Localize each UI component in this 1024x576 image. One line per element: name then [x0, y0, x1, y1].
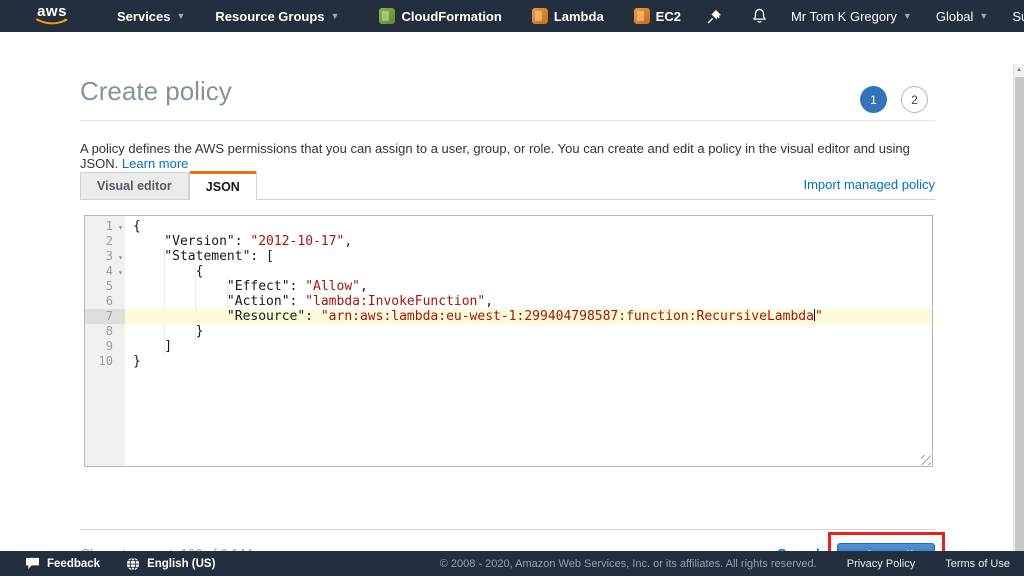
account-name-label: Mr Tom K Gregory — [791, 9, 897, 24]
chevron-down-icon: ▼ — [177, 12, 186, 21]
support-menu[interactable]: Support ▼ — [1012, 9, 1024, 24]
window-scrollbar[interactable]: ▲ ▼ — [1013, 64, 1024, 576]
main-content: Create policy 1 2 A policy defines the A… — [0, 32, 1024, 551]
privacy-policy-link[interactable]: Privacy Policy — [847, 558, 915, 570]
notifications-bell-icon[interactable] — [752, 8, 767, 24]
editor-resize-handle[interactable] — [921, 455, 931, 465]
code-line[interactable]: 6 "Action": "lambda:InvokeFunction", — [85, 294, 932, 309]
line-number: 9 — [85, 339, 125, 354]
code-text: "Resource": "arn:aws:lambda:eu-west-1:29… — [125, 309, 932, 324]
code-line[interactable]: 3▾ "Statement": [ — [85, 249, 932, 264]
wizard-step-1: 1 — [860, 86, 887, 113]
line-number: 1▾ — [85, 219, 125, 234]
line-number: 3▾ — [85, 249, 125, 264]
code-line[interactable]: 4▾ { — [85, 264, 932, 279]
code-line[interactable]: 8 } — [85, 324, 932, 339]
services-menu[interactable]: Services ▼ — [117, 9, 185, 24]
code-text: "Version": "2012-10-17", — [125, 234, 932, 249]
aws-logo[interactable]: aws — [35, 5, 69, 27]
learn-more-link[interactable]: Learn more — [122, 156, 188, 171]
code-line[interactable]: 5 "Effect": "Allow", — [85, 279, 932, 294]
code-text: "Action": "lambda:InvokeFunction", — [125, 294, 932, 309]
code-text: { — [125, 219, 932, 234]
feedback-label: Feedback — [47, 558, 100, 570]
shortcut-ec2[interactable]: EC2 — [634, 8, 681, 24]
aws-smile-icon — [35, 18, 69, 27]
support-label: Support — [1012, 9, 1024, 24]
code-line[interactable]: 10} — [85, 354, 932, 369]
feedback-button[interactable]: Feedback — [25, 557, 100, 570]
lambda-icon — [532, 8, 548, 24]
shortcut-label: EC2 — [656, 9, 681, 24]
code-text: "Statement": [ — [125, 249, 932, 264]
aws-console-window: aws Services ▼ Resource Groups ▼ CloudFo… — [0, 0, 1024, 576]
ec2-icon — [634, 8, 650, 24]
code-line[interactable]: 9 ] — [85, 339, 932, 354]
region-menu[interactable]: Global ▼ — [936, 9, 989, 24]
line-number: 7 — [85, 309, 125, 324]
page-title: Create policy — [80, 76, 232, 107]
line-number: 6 — [85, 294, 125, 309]
code-line[interactable]: 7 "Resource": "arn:aws:lambda:eu-west-1:… — [85, 309, 932, 324]
code-lines: 1▾{2 "Version": "2012-10-17",3▾ "Stateme… — [85, 216, 932, 369]
resource-groups-label: Resource Groups — [215, 9, 324, 24]
scrollbar-thumb[interactable] — [1015, 77, 1024, 557]
fold-caret-icon[interactable]: ▾ — [118, 220, 123, 235]
line-number: 5 — [85, 279, 125, 294]
code-text: } — [125, 324, 932, 339]
pin-icon[interactable] — [707, 9, 722, 24]
chevron-down-icon: ▼ — [903, 12, 912, 21]
chevron-down-icon: ▼ — [979, 12, 988, 21]
footer-bar: Feedback English (US) © 2008 - 2020, Ama… — [0, 551, 1024, 576]
wizard-step-2: 2 — [901, 86, 928, 113]
account-menu[interactable]: Mr Tom K Gregory ▼ — [791, 9, 912, 24]
import-managed-policy-link[interactable]: Import managed policy — [803, 177, 935, 192]
copyright-text: © 2008 - 2020, Amazon Web Services, Inc.… — [440, 558, 817, 570]
line-number: 8 — [85, 324, 125, 339]
json-editor[interactable]: 1▾{2 "Version": "2012-10-17",3▾ "Stateme… — [84, 215, 933, 467]
shortcut-label: Lambda — [554, 9, 604, 24]
actions-divider — [80, 529, 935, 530]
shortcut-label: CloudFormation — [401, 9, 501, 24]
title-divider — [80, 120, 935, 121]
code-text: ] — [125, 339, 932, 354]
code-text: "Effect": "Allow", — [125, 279, 932, 294]
fold-caret-icon[interactable]: ▾ — [118, 265, 123, 280]
chevron-down-icon: ▼ — [331, 12, 340, 21]
line-number: 10 — [85, 354, 125, 369]
cloudformation-icon — [379, 8, 395, 24]
code-line[interactable]: 2 "Version": "2012-10-17", — [85, 234, 932, 249]
page-description: A policy defines the AWS permissions tha… — [80, 141, 940, 171]
terms-of-use-link[interactable]: Terms of Use — [945, 558, 1010, 570]
tab-visual-editor[interactable]: Visual editor — [80, 172, 189, 199]
speech-bubble-icon — [25, 557, 40, 570]
aws-logo-text: aws — [37, 5, 67, 18]
code-text: { — [125, 264, 932, 279]
code-line[interactable]: 1▾{ — [85, 219, 932, 234]
region-label: Global — [936, 9, 974, 24]
resource-groups-menu[interactable]: Resource Groups ▼ — [215, 9, 339, 24]
globe-icon — [126, 557, 140, 571]
shortcut-lambda[interactable]: Lambda — [532, 8, 604, 24]
language-label: English (US) — [147, 558, 215, 570]
shortcut-cloudformation[interactable]: CloudFormation — [379, 8, 501, 24]
language-selector[interactable]: English (US) — [126, 557, 215, 571]
fold-caret-icon[interactable]: ▾ — [118, 250, 123, 265]
top-navigation-bar: aws Services ▼ Resource Groups ▼ CloudFo… — [0, 0, 1024, 32]
scrollbar-up-arrow-icon[interactable]: ▲ — [1014, 67, 1024, 73]
line-number: 2 — [85, 234, 125, 249]
line-number: 4▾ — [85, 264, 125, 279]
tab-json[interactable]: JSON — [189, 171, 257, 200]
services-label: Services — [117, 9, 171, 24]
description-text: A policy defines the AWS permissions tha… — [80, 141, 910, 171]
code-text: } — [125, 354, 932, 369]
